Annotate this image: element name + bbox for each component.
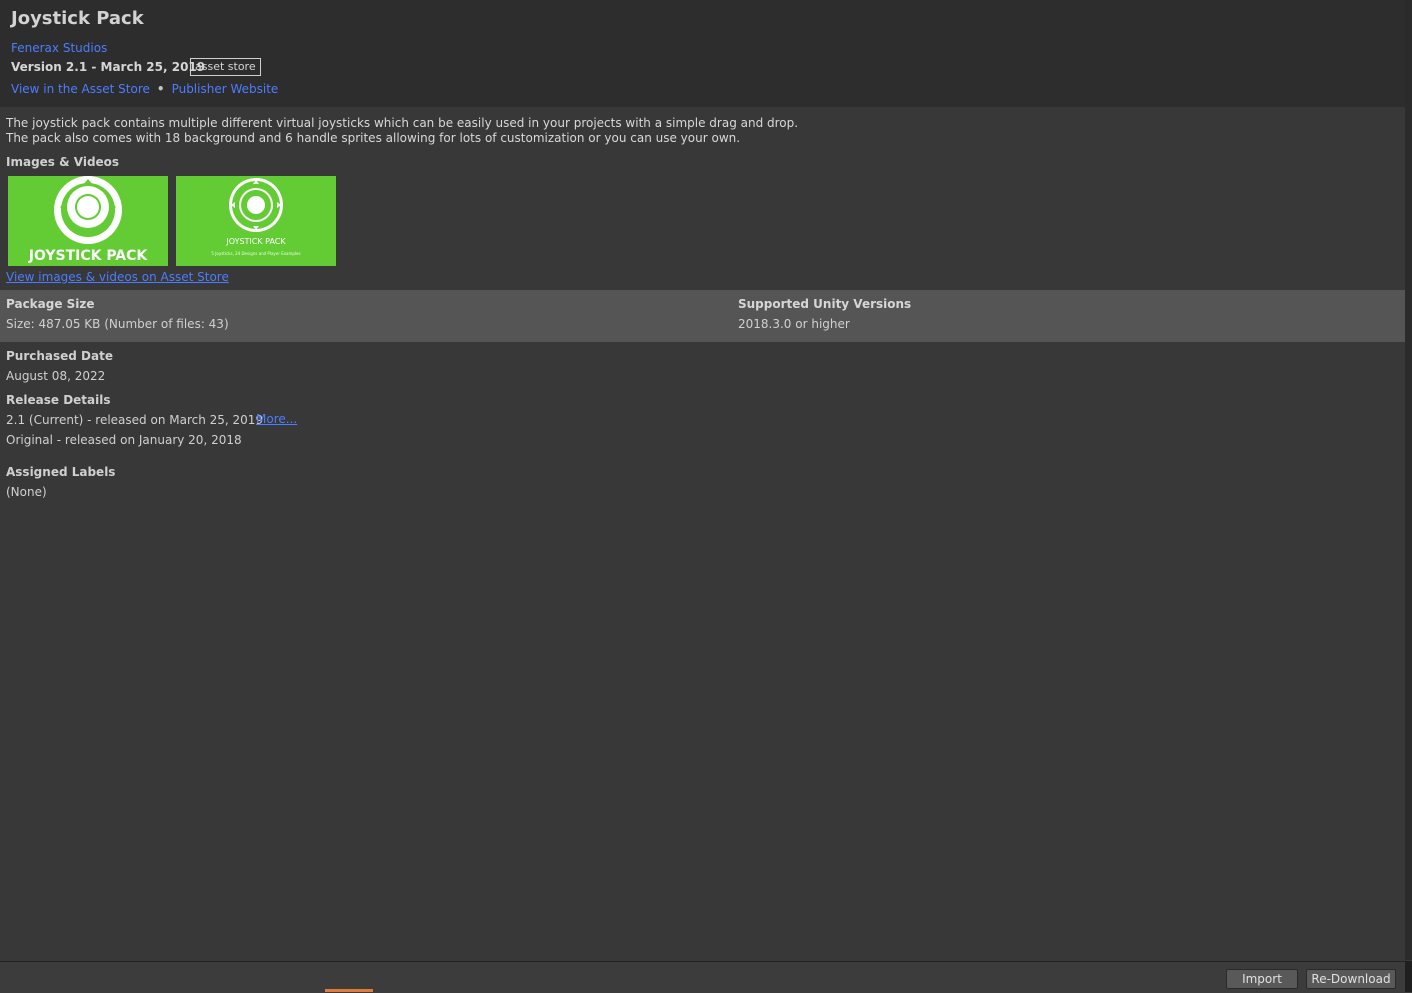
more-link[interactable]: More...: [256, 412, 297, 426]
view-images-videos-link[interactable]: View images & videos on Asset Store: [6, 270, 229, 284]
view-in-asset-store-link[interactable]: View in the Asset Store: [11, 82, 150, 96]
import-button[interactable]: Import: [1226, 969, 1298, 989]
release-details-label: Release Details: [6, 393, 111, 407]
thumbnail-1-title: JOYSTICK PACK: [28, 248, 148, 264]
package-info-band: Package Size Size: 487.05 KB (Number of …: [0, 290, 1405, 342]
publisher-link[interactable]: Fenerax Studios: [11, 41, 107, 55]
link-separator: •: [156, 82, 165, 96]
window-edge: [1405, 961, 1412, 992]
purchased-date-value: August 08, 2022: [6, 369, 106, 383]
package-header: Joystick Pack Fenerax Studios Version 2.…: [0, 0, 1405, 107]
asset-store-badge: asset store: [190, 58, 261, 76]
vertical-scrollbar[interactable]: [1405, 0, 1412, 960]
thumbnail-2[interactable]: JOYSTICK PACK 5 Joysticks, 24 Designs an…: [176, 176, 336, 266]
supported-unity-value: 2018.3.0 or higher: [738, 317, 850, 331]
thumbnail-2-title: JOYSTICK PACK: [226, 237, 286, 246]
thumbnail-2-subtitle: 5 Joysticks, 24 Designs and Player Examp…: [211, 251, 301, 256]
package-size-value: Size: 487.05 KB (Number of files: 43): [6, 317, 229, 331]
header-links: View in the Asset Store • Publisher Websit…: [11, 82, 278, 96]
thumbnail-1[interactable]: JOYSTICK PACK: [8, 176, 168, 266]
description-line-1: The joystick pack contains multiple diff…: [6, 116, 799, 130]
description-line-2: The pack also comes with 18 background a…: [6, 131, 741, 145]
images-videos-heading: Images & Videos: [6, 155, 120, 169]
package-size-label: Package Size: [6, 297, 95, 311]
assigned-labels-label: Assigned Labels: [6, 465, 116, 479]
package-title: Joystick Pack: [11, 8, 144, 29]
package-description: The joystick pack contains multiple diff…: [6, 116, 798, 146]
release-original: Original - released on January 20, 2018: [6, 433, 242, 447]
version-text: Version 2.1 - March 25, 2019: [11, 60, 206, 74]
redownload-button[interactable]: Re-Download: [1306, 969, 1396, 989]
release-current: 2.1 (Current) - released on March 25, 20…: [6, 413, 264, 427]
purchased-date-label: Purchased Date: [6, 349, 113, 363]
supported-unity-label: Supported Unity Versions: [738, 297, 912, 311]
assigned-labels-value: (None): [6, 485, 47, 499]
footer-toolbar: Import Re-Download: [0, 961, 1412, 993]
publisher-website-link[interactable]: Publisher Website: [172, 82, 279, 96]
